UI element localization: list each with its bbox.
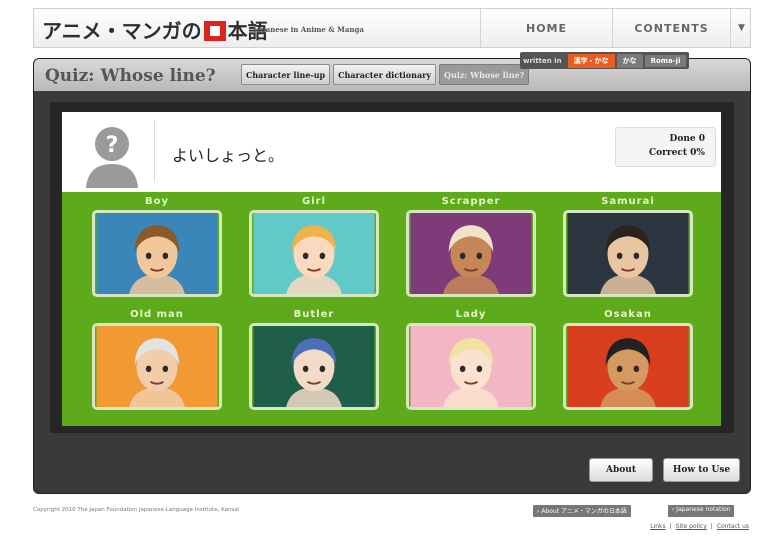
character-name: Girl [302,196,326,207]
footer-link-links[interactable]: Links [650,523,665,530]
character-card-samurai[interactable]: Samurai [563,196,693,297]
footer-link-site-policy[interactable]: Site policy [676,523,707,530]
face-illustration [96,213,218,294]
quiz-stage: ? よいしょっと。 Done 0 Correct 0% Boy Girl Scr… [50,102,734,433]
character-portrait[interactable] [249,323,379,410]
correct-label: Correct [649,148,688,158]
character-name: Scrapper [441,196,501,207]
nav-home[interactable]: HOME [480,9,612,47]
quiz-frame: Quiz: Whose line? Character line-up Char… [33,58,751,494]
character-card-butler[interactable]: Butler [249,309,379,410]
bottom-bar: About How to Use [34,451,750,493]
copyright-text: Copyright 2010 The Japan Foundation Japa… [33,507,240,513]
character-portrait[interactable] [563,323,693,410]
correct-value: 0% [690,148,705,158]
writing-option-kana[interactable]: かな [616,53,643,68]
how-to-use-button[interactable]: How to Use [663,458,740,482]
character-card-lady[interactable]: Lady [406,309,536,410]
site-logo[interactable]: アニメ・マンガの 本語 [42,15,268,44]
character-card-scrapper[interactable]: Scrapper [406,196,536,297]
flag-icon [203,21,226,41]
writing-option-kanji-kana[interactable]: 漢字・かな [567,53,615,68]
done-label: Done [669,134,696,144]
footer-link-contact-us[interactable]: Contact us [717,523,749,530]
character-portrait[interactable] [249,210,379,297]
face-illustration [253,213,375,294]
about-button[interactable]: About [589,458,653,482]
character-name: Samurai [601,196,655,207]
character-name: Boy [144,196,169,207]
character-card-old-man[interactable]: Old man [92,309,222,410]
face-illustration [253,326,375,407]
question-panel: ? よいしょっと。 Done 0 Correct 0% [62,112,721,192]
mystery-speaker-icon: ? [80,120,144,188]
character-card-osakan[interactable]: Osakan [563,309,693,410]
face-illustration [96,326,218,407]
character-portrait[interactable] [406,210,536,297]
face-illustration [567,213,689,294]
divider: | [669,523,672,530]
character-name: Lady [455,309,487,320]
face-illustration [410,326,532,407]
character-portrait[interactable] [563,210,693,297]
correct-row: Correct 0% [649,148,705,158]
divider: | [710,523,713,530]
chevron-down-icon[interactable]: ▼ [730,9,752,47]
character-portrait[interactable] [406,323,536,410]
tab-character-dictionary[interactable]: Character dictionary [333,64,436,85]
character-name: Old man [130,309,184,320]
tab-character-lineup[interactable]: Character line-up [241,64,331,85]
writing-selector: written in 漢字・かな かな Roma-ji [520,52,690,69]
character-portrait[interactable] [92,210,222,297]
done-row: Done 0 [670,134,705,144]
writing-label: written in [523,56,562,65]
face-illustration [410,213,532,294]
writing-option-romaji[interactable]: Roma-ji [644,54,687,67]
page-title: Quiz: Whose line? [45,66,216,86]
footer-links: Links | Site policy | Contact us [650,523,749,530]
character-grid: Boy Girl Scrapper Samurai Old man Butler [62,192,721,426]
quiz-line: よいしょっと。 [172,146,285,165]
svg-text:?: ? [106,133,119,158]
nav-contents[interactable]: CONTENTS [612,9,730,47]
character-card-boy[interactable]: Boy [92,196,222,297]
face-illustration [567,326,689,407]
character-name: Butler [293,309,335,320]
character-name: Osakan [604,309,652,320]
score-box: Done 0 Correct 0% [615,127,716,167]
about-site-button[interactable]: › About アニメ・マンガの日本語 [533,505,631,517]
logo-text-a: アニメ・マンガの [42,19,202,43]
tab-bar: Character line-up Character dictionary Q… [241,64,532,85]
character-card-girl[interactable]: Girl [249,196,379,297]
tab-quiz-whose-line[interactable]: Quiz: Whose line? [439,64,530,85]
done-value: 0 [698,134,705,144]
character-portrait[interactable] [92,323,222,410]
japanese-notation-button[interactable]: › Japanese notation [668,505,735,517]
site-tagline: Japanese in Anime & Manga [253,25,364,34]
site-header: アニメ・マンガの 本語 Japanese in Anime & Manga HOM… [33,8,751,48]
